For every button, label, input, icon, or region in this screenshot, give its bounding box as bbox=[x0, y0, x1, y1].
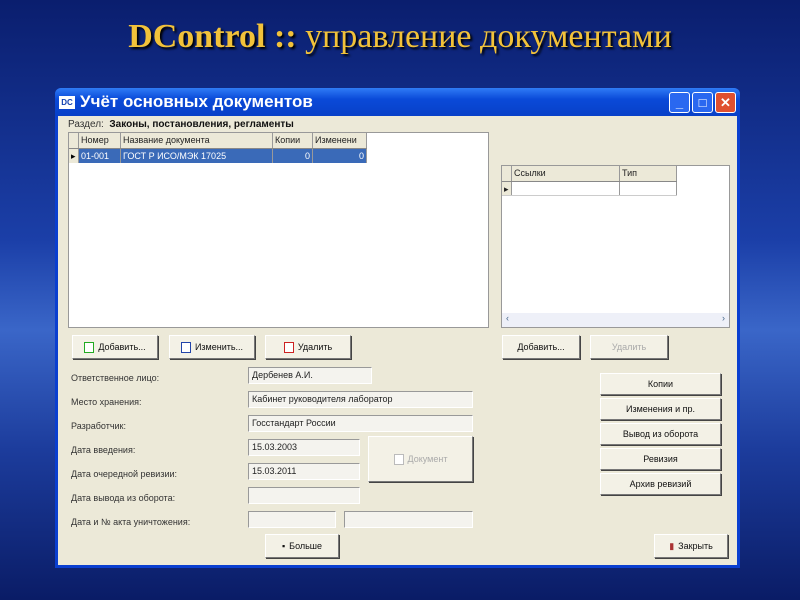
add-document-button[interactable]: Добавить... bbox=[72, 335, 158, 359]
title-bar: DC Учёт основных документов _ □ ✕ bbox=[55, 88, 740, 116]
cell-changes: 0 bbox=[313, 149, 367, 163]
close-window-button[interactable]: ✕ bbox=[715, 91, 736, 113]
maximize-button[interactable]: □ bbox=[692, 91, 713, 113]
door-icon: ▮ bbox=[669, 540, 675, 551]
brand: DControl :: bbox=[128, 18, 297, 55]
cell-copies: 0 bbox=[273, 149, 313, 163]
cell-number: 01-001 bbox=[79, 149, 121, 163]
col-type[interactable]: Тип bbox=[620, 166, 677, 181]
intro-date-field[interactable]: 15.03.2003 bbox=[248, 439, 360, 456]
document-icon bbox=[393, 453, 404, 465]
table-row[interactable]: ▸ bbox=[502, 182, 677, 196]
edit-document-button[interactable]: Изменить... bbox=[169, 335, 255, 359]
col-links[interactable]: Ссылки bbox=[512, 166, 620, 181]
section-label: Раздел: bbox=[68, 119, 104, 130]
delete-document-button[interactable]: Удалить bbox=[265, 335, 351, 359]
withdraw-date-label: Дата вывода из оборота: bbox=[71, 493, 176, 503]
delete-link-button[interactable]: Удалить bbox=[590, 335, 668, 359]
revision-archive-button[interactable]: Архив ревизий bbox=[600, 473, 721, 495]
developer-field[interactable]: Госстандарт России bbox=[248, 415, 473, 432]
withdraw-button[interactable]: Вывод из оборота bbox=[600, 423, 721, 445]
more-button[interactable]: ▪ Больше bbox=[265, 534, 339, 558]
add-link-button[interactable]: Добавить... bbox=[502, 335, 580, 359]
changes-button[interactable]: Изменения и пр. bbox=[600, 398, 721, 420]
intro-date-label: Дата введения: bbox=[71, 445, 136, 455]
destroy-label: Дата и № акта уничтожения: bbox=[71, 517, 191, 527]
window-title: Учёт основных документов bbox=[80, 92, 313, 111]
copies-button[interactable]: Копии bbox=[600, 373, 721, 395]
edit-icon bbox=[180, 341, 191, 353]
storage-label: Место хранения: bbox=[71, 397, 142, 407]
destroy-act-number-field[interactable] bbox=[344, 511, 473, 528]
slide-title: DControl :: управление документами bbox=[0, 18, 800, 56]
horizontal-scrollbar[interactable]: ‹ › bbox=[502, 313, 729, 327]
col-number[interactable]: Номер bbox=[79, 133, 121, 148]
subtitle: управление документами bbox=[305, 18, 672, 55]
destroy-date-field[interactable] bbox=[248, 511, 336, 528]
revision-date-label: Дата очередной ревизии: bbox=[71, 469, 178, 479]
scroll-left-icon[interactable]: ‹ bbox=[506, 313, 509, 327]
storage-field[interactable]: Кабинет руководителя лаборатор bbox=[248, 391, 473, 408]
col-changes[interactable]: Изменени bbox=[313, 133, 367, 148]
responsible-field[interactable]: Дербенев А.И. bbox=[248, 367, 372, 384]
add-icon bbox=[84, 341, 95, 353]
table-row[interactable]: ▸ 01-001 ГОСТ Р ИСО/МЭК 17025 0 0 bbox=[69, 149, 367, 163]
withdraw-date-field[interactable] bbox=[248, 487, 360, 504]
documents-table[interactable]: Номер Название документа Копии Изменени ▸ 01… bbox=[68, 132, 489, 328]
app-icon: DC bbox=[59, 95, 75, 109]
section-value: Законы, постановления, регламенты bbox=[109, 119, 294, 130]
app-window: DC Учёт основных документов _ □ ✕ Раздел: … bbox=[55, 88, 740, 568]
minimize-button[interactable]: _ bbox=[669, 91, 690, 113]
developer-label: Разработчик: bbox=[71, 421, 126, 431]
document-button[interactable]: Документ bbox=[368, 436, 473, 482]
close-button[interactable]: ▮ Закрыть bbox=[654, 534, 728, 558]
col-copies[interactable]: Копии bbox=[273, 133, 313, 148]
col-name[interactable]: Название документа bbox=[121, 133, 273, 148]
delete-icon bbox=[283, 341, 294, 353]
cell-name: ГОСТ Р ИСО/МЭК 17025 bbox=[121, 149, 273, 163]
more-icon: ▪ bbox=[281, 541, 286, 551]
revision-button[interactable]: Ревизия bbox=[600, 448, 721, 470]
responsible-label: Ответственное лицо: bbox=[71, 373, 160, 383]
revision-date-field[interactable]: 15.03.2011 bbox=[248, 463, 360, 480]
links-table[interactable]: Ссылки Тип ▸ ‹ › bbox=[501, 165, 730, 328]
scroll-right-icon[interactable]: › bbox=[722, 313, 725, 327]
